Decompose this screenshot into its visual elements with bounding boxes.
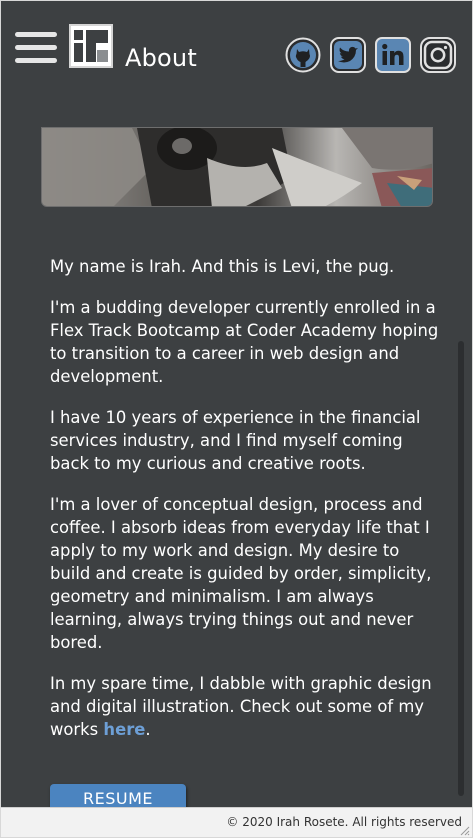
about-paragraph-5-end: . — [145, 720, 151, 739]
page-frame: About My name is Irah. And this is Levi,… — [0, 0, 473, 838]
about-paragraph-3: I have 10 years of experience in the fin… — [50, 408, 421, 473]
scrollbar[interactable] — [458, 341, 464, 796]
footer: © 2020 Irah Rosete. All rights reserved — [1, 807, 472, 837]
about-paragraph-2: I'm a budding developer currently enroll… — [50, 298, 439, 386]
github-icon[interactable] — [285, 37, 321, 73]
ir-logo-icon[interactable] — [69, 24, 113, 68]
about-paragraph-1: My name is Irah. And this is Levi, the p… — [50, 257, 395, 276]
about-paragraph-4: I'm a lover of conceptual design, proces… — [50, 495, 432, 652]
copyright-text: © 2020 Irah Rosete. All rights reserved — [226, 815, 462, 829]
linkedin-icon[interactable] — [375, 37, 411, 73]
about-paragraph-5: In my spare time, I dabble with graphic … — [50, 672, 442, 741]
header: About — [1, 1, 472, 111]
about-content: My name is Irah. And this is Levi, the p… — [50, 255, 442, 759]
resize-grip-icon[interactable] — [458, 824, 470, 836]
instagram-icon[interactable] — [420, 37, 456, 73]
profile-photo — [41, 127, 433, 207]
works-link[interactable]: here — [103, 720, 145, 739]
twitter-icon[interactable] — [330, 37, 366, 73]
page-title: About — [125, 44, 197, 72]
hamburger-menu-icon[interactable] — [15, 32, 57, 64]
